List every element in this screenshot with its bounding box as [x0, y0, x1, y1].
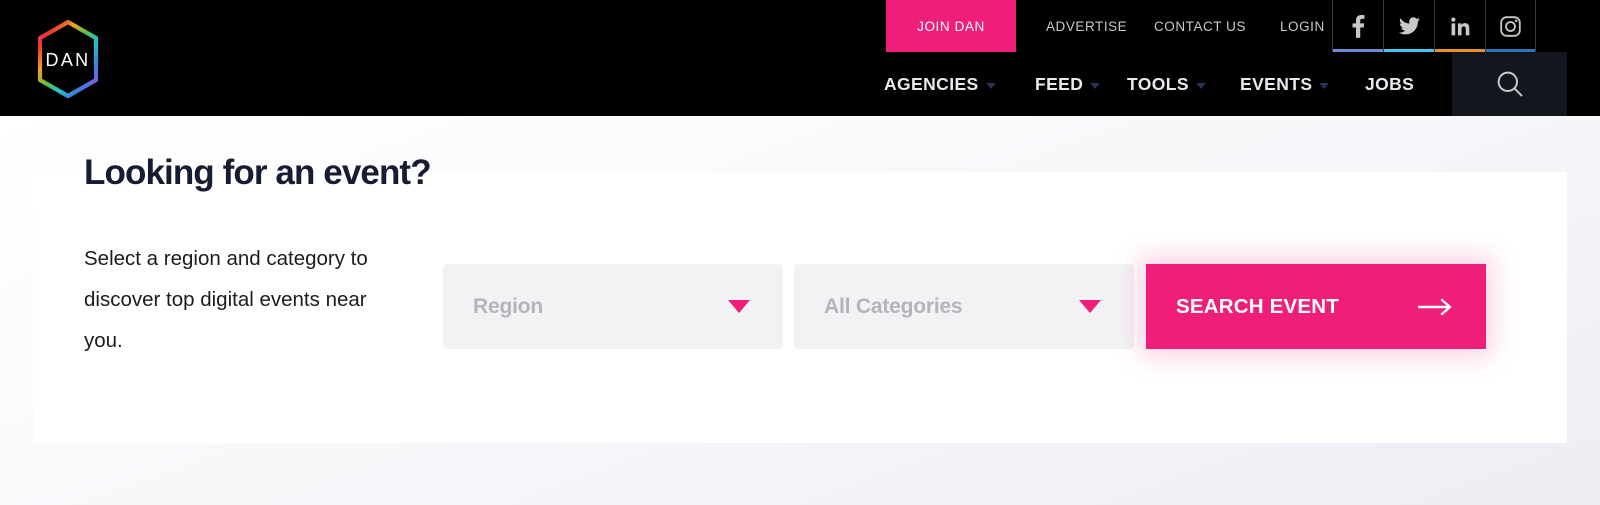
- nav-item-jobs[interactable]: JOBS: [1365, 52, 1414, 116]
- nav-item-events[interactable]: EVENTS: [1240, 52, 1329, 116]
- chevron-down-icon: [1079, 300, 1101, 313]
- social-link-twitter[interactable]: [1383, 0, 1434, 52]
- social-links: [1332, 0, 1536, 52]
- nav-item-events-label: EVENTS: [1240, 74, 1312, 95]
- category-select[interactable]: All Categories: [794, 264, 1134, 349]
- social-link-linkedin[interactable]: [1434, 0, 1485, 52]
- chevron-down-icon: [1196, 83, 1206, 89]
- chevron-down-icon: [728, 300, 750, 313]
- chevron-down-icon: [1319, 83, 1329, 89]
- topbar-link-login[interactable]: LOGIN: [1280, 0, 1325, 52]
- site-header: DAN JOIN DAN ADVERTISE CONTACT US LOGIN: [0, 0, 1600, 116]
- nav-item-agencies[interactable]: AGENCIES: [884, 52, 996, 116]
- chevron-down-icon: [1090, 83, 1100, 89]
- nav-item-tools-label: TOOLS: [1127, 74, 1189, 95]
- nav-item-agencies-label: AGENCIES: [884, 74, 979, 95]
- search-event-button-label: SEARCH EVENT: [1176, 295, 1339, 319]
- main-navigation: AGENCIES FEED TOOLS EVENTS JOBS: [0, 52, 1600, 116]
- category-select-label: All Categories: [824, 295, 962, 319]
- topbar: JOIN DAN ADVERTISE CONTACT US LOGIN: [0, 0, 1600, 52]
- hero-description: Select a region and category to discover…: [84, 238, 384, 361]
- topbar-link-advertise[interactable]: ADVERTISE: [1046, 0, 1127, 52]
- join-dan-button[interactable]: JOIN DAN: [886, 0, 1016, 52]
- header-search-button[interactable]: [1452, 52, 1567, 116]
- search-icon: [1495, 69, 1525, 99]
- arrow-right-icon: [1416, 298, 1456, 316]
- social-link-instagram[interactable]: [1485, 0, 1536, 52]
- nav-item-tools[interactable]: TOOLS: [1127, 52, 1206, 116]
- search-event-button[interactable]: SEARCH EVENT: [1146, 264, 1486, 349]
- page-title: Looking for an event?: [84, 153, 431, 193]
- topbar-link-contact-us[interactable]: CONTACT US: [1154, 0, 1246, 52]
- chevron-down-icon: [986, 83, 996, 89]
- nav-item-feed-label: FEED: [1035, 74, 1083, 95]
- nav-item-feed[interactable]: FEED: [1035, 52, 1100, 116]
- social-link-facebook[interactable]: [1332, 0, 1383, 52]
- nav-item-jobs-label: JOBS: [1365, 74, 1414, 95]
- region-select-label: Region: [473, 295, 543, 319]
- region-select[interactable]: Region: [443, 264, 783, 349]
